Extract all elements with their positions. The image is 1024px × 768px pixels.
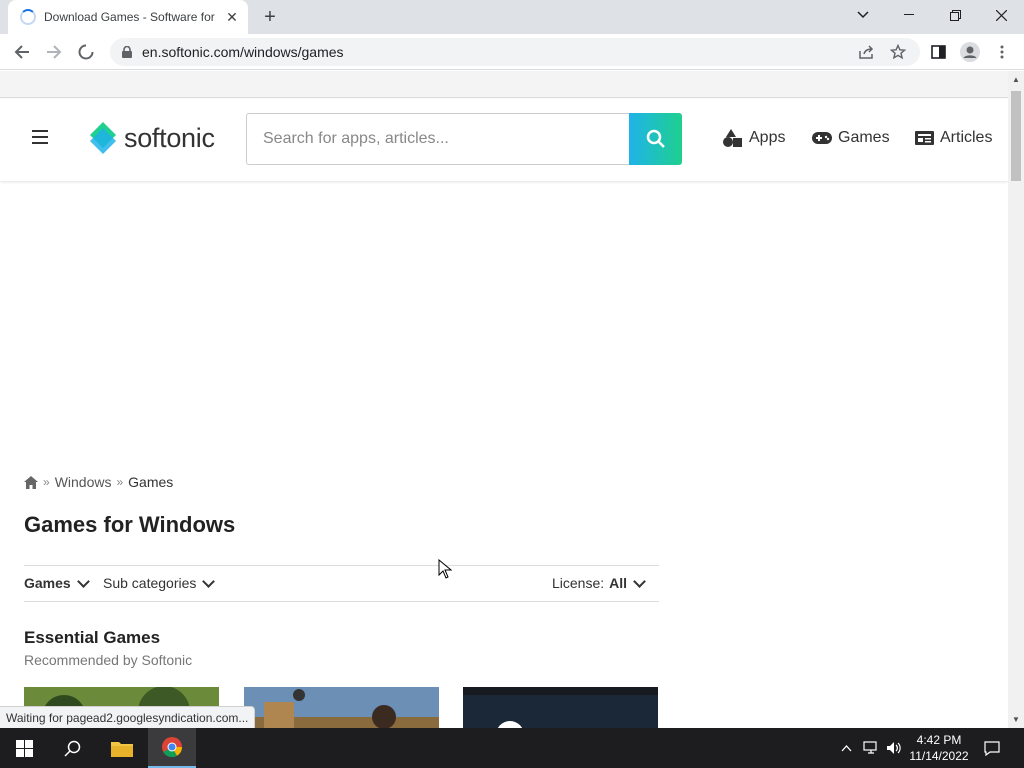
share-icon[interactable] (852, 38, 880, 66)
games-filter-dropdown[interactable]: Games (24, 574, 94, 591)
loading-spinner-icon (20, 9, 36, 25)
notifications-icon[interactable] (980, 728, 1004, 768)
folder-icon (111, 741, 133, 757)
gamepad-icon (812, 132, 832, 144)
side-panel-icon[interactable] (924, 38, 952, 66)
mouse-cursor-icon (438, 558, 453, 584)
nav-games-label: Games (838, 129, 890, 146)
restore-button[interactable] (932, 0, 978, 30)
minimize-button[interactable] (886, 0, 932, 30)
clock-date: 11/14/2022 (909, 749, 969, 763)
lock-icon (122, 46, 132, 58)
license-value: All (609, 575, 628, 591)
volume-icon[interactable] (884, 728, 904, 768)
network-icon[interactable] (860, 728, 882, 768)
scrollbar-thumb[interactable] (1011, 91, 1021, 181)
breadcrumb-separator: » (43, 475, 50, 489)
close-window-button[interactable] (978, 0, 1024, 30)
logo-text: softonic (124, 122, 215, 153)
browser-menu-icon[interactable] (988, 38, 1016, 66)
nav-apps-link[interactable]: Apps (723, 129, 785, 147)
page-viewport: softonic Apps Games Articles » Windows »… (0, 71, 1008, 728)
bookmark-star-icon[interactable] (884, 38, 912, 66)
stop-loading-button[interactable] (72, 38, 100, 66)
file-explorer-button[interactable] (98, 728, 146, 768)
breadcrumb-separator: » (116, 475, 124, 489)
tab-title: Download Games - Software for (44, 10, 215, 24)
site-search (246, 113, 682, 165)
browser-tab[interactable]: Download Games - Software for ✕ (8, 0, 248, 34)
tab-strip: Download Games - Software for ✕ + (0, 0, 1024, 34)
top-ad-band (0, 71, 1008, 98)
subcategories-dropdown[interactable]: Sub categories (103, 574, 219, 591)
windows-logo-icon (15, 739, 33, 757)
apps-shapes-icon (723, 129, 742, 147)
filter-bar: Games Sub categories License: All (24, 565, 659, 602)
page-title: Games for Windows (24, 512, 236, 537)
hamburger-menu-icon[interactable] (32, 130, 48, 144)
subcategories-label: Sub categories (103, 575, 197, 591)
close-tab-icon[interactable]: ✕ (224, 9, 240, 25)
scroll-up-arrow-icon[interactable]: ▲ (1012, 75, 1020, 84)
taskbar-clock[interactable]: 4:42 PM 11/14/2022 (904, 732, 974, 764)
softonic-logo-icon (90, 122, 116, 154)
nav-games-link[interactable]: Games (812, 129, 890, 147)
section-subtitle: Recommended by Softonic (24, 652, 193, 668)
nav-articles-link[interactable]: Articles (915, 129, 992, 147)
license-label: License: (552, 575, 605, 591)
chevron-down-icon (202, 574, 216, 588)
profile-avatar-icon[interactable] (956, 38, 984, 66)
search-icon (63, 740, 80, 757)
games-filter-label: Games (24, 575, 71, 591)
windows-taskbar: 4:42 PM 11/14/2022 (0, 728, 1024, 768)
browser-toolbar: en.softonic.com/windows/games (0, 34, 1024, 70)
softonic-logo[interactable]: softonic (88, 121, 215, 155)
home-icon[interactable] (24, 475, 38, 489)
chevron-down-icon (76, 574, 90, 588)
page-scrollbar[interactable]: ▲ ▼ (1008, 71, 1024, 728)
chevron-down-icon (633, 574, 646, 588)
scroll-down-arrow-icon[interactable]: ▼ (1012, 715, 1020, 724)
tab-search-button[interactable] (840, 0, 886, 30)
section-title: Essential Games (24, 628, 161, 647)
taskbar-search-button[interactable] (48, 728, 96, 768)
start-button[interactable] (0, 728, 48, 768)
newspaper-icon (915, 131, 934, 145)
nav-apps-label: Apps (749, 129, 786, 146)
tray-overflow-icon[interactable] (836, 728, 856, 768)
new-tab-button[interactable]: + (258, 5, 282, 29)
clock-time: 4:42 PM (916, 733, 962, 747)
back-button[interactable] (8, 38, 36, 66)
search-icon (646, 129, 665, 148)
breadcrumb: » Windows » Games (24, 474, 173, 490)
game-thumbnail[interactable] (463, 687, 658, 728)
search-input[interactable] (246, 113, 629, 165)
breadcrumb-windows[interactable]: Windows (55, 474, 112, 490)
forward-button[interactable] (40, 38, 68, 66)
chrome-taskbar-button[interactable] (148, 728, 196, 768)
url-text: en.softonic.com/windows/games (142, 44, 344, 60)
site-header: softonic Apps Games Articles (0, 99, 1008, 181)
game-thumbnail[interactable] (244, 687, 439, 728)
search-button[interactable] (629, 113, 682, 165)
status-bar: Waiting for pagead2.googlesyndication.co… (0, 706, 256, 728)
license-dropdown[interactable]: License: All (552, 574, 650, 591)
address-bar[interactable]: en.softonic.com/windows/games (110, 38, 920, 66)
chrome-icon (162, 737, 183, 758)
nav-articles-label: Articles (940, 129, 993, 146)
breadcrumb-games[interactable]: Games (128, 474, 173, 490)
